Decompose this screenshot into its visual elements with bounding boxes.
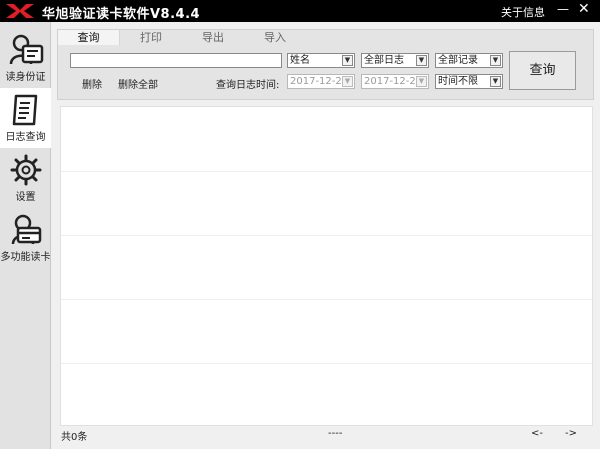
query-button[interactable]: 查询 xyxy=(509,51,576,90)
chevron-down-icon: ▼ xyxy=(342,55,353,66)
prev-page-button[interactable]: <- xyxy=(531,428,543,439)
close-button[interactable]: ✕ xyxy=(578,1,590,17)
row-divider xyxy=(61,363,592,364)
title-bar: 华旭验证读卡软件V8.4.4 关于信息 — ✕ xyxy=(0,0,600,22)
chevron-down-icon: ▼ xyxy=(490,76,501,87)
about-button[interactable]: 关于信息 xyxy=(501,4,545,20)
select-value: 全部日志 xyxy=(364,55,404,66)
sidebar-item-label: 读身份证 xyxy=(5,72,46,83)
sidebar-item-log-query[interactable]: 日志查询 xyxy=(0,88,51,148)
date-range-label: 查询日志时间: xyxy=(216,80,280,91)
chevron-down-icon: ▼ xyxy=(490,55,501,66)
card-reader-icon xyxy=(11,214,41,245)
tab-import[interactable]: 导入 xyxy=(244,30,306,45)
sidebar-item-multi-card[interactable]: 多功能读卡 xyxy=(0,208,51,268)
record-select[interactable]: 全部记录 ▼ xyxy=(435,53,503,68)
select-value: 时间不限 xyxy=(438,76,478,87)
sidebar-item-label: 多功能读卡 xyxy=(0,252,51,263)
query-toolbar: 查询 打印 导出 导入 姓名 ▼ 全部日志 ▼ 全部记录 ▼ 删除 删除全部 查… xyxy=(57,29,594,100)
sidebar-item-settings[interactable]: 设置 xyxy=(0,148,51,208)
results-list[interactable] xyxy=(60,106,593,426)
chevron-down-icon: ▼ xyxy=(416,76,427,87)
page-indicator: ---- xyxy=(328,428,343,439)
row-divider xyxy=(61,171,592,172)
delete-all-button[interactable]: 删除全部 xyxy=(118,76,158,91)
field-select[interactable]: 姓名 ▼ xyxy=(287,53,355,68)
next-page-button[interactable]: -> xyxy=(565,428,577,439)
search-input[interactable] xyxy=(70,53,282,68)
tab-query[interactable]: 查询 xyxy=(58,30,120,45)
sidebar-item-label: 设置 xyxy=(15,192,36,203)
select-value: 姓名 xyxy=(290,55,310,66)
app-title: 华旭验证读卡软件V8.4.4 xyxy=(42,7,201,22)
log-type-select[interactable]: 全部日志 ▼ xyxy=(361,53,429,68)
select-value: 全部记录 xyxy=(438,55,478,66)
end-date-picker[interactable]: 2017-12-26 ▼ xyxy=(361,74,429,89)
row-divider xyxy=(61,235,592,236)
start-date-picker[interactable]: 2017-12-26 ▼ xyxy=(287,74,355,89)
tab-export[interactable]: 导出 xyxy=(182,30,244,45)
minimize-button[interactable]: — xyxy=(557,2,569,16)
status-bar: 共0条 ---- <- -> xyxy=(57,428,594,443)
sidebar-item-read-id[interactable]: 读身份证 xyxy=(0,28,51,88)
chevron-down-icon: ▼ xyxy=(342,76,353,87)
select-value: 2017-12-26 xyxy=(364,76,423,87)
row-divider xyxy=(61,299,592,300)
gear-icon xyxy=(10,154,41,186)
select-value: 2017-12-26 xyxy=(290,76,349,87)
log-document-icon xyxy=(12,94,37,126)
delete-button[interactable]: 删除 xyxy=(82,76,102,91)
chevron-down-icon: ▼ xyxy=(416,55,427,66)
tab-print[interactable]: 打印 xyxy=(120,30,182,45)
sidebar-item-label: 日志查询 xyxy=(5,132,46,143)
logo-icon xyxy=(6,4,34,18)
time-range-select[interactable]: 时间不限 ▼ xyxy=(435,74,503,89)
record-count: 共0条 xyxy=(61,432,88,443)
id-card-reader-icon xyxy=(9,34,43,65)
sidebar: 读身份证 日志查询 设置 多功能读卡 xyxy=(0,22,51,449)
